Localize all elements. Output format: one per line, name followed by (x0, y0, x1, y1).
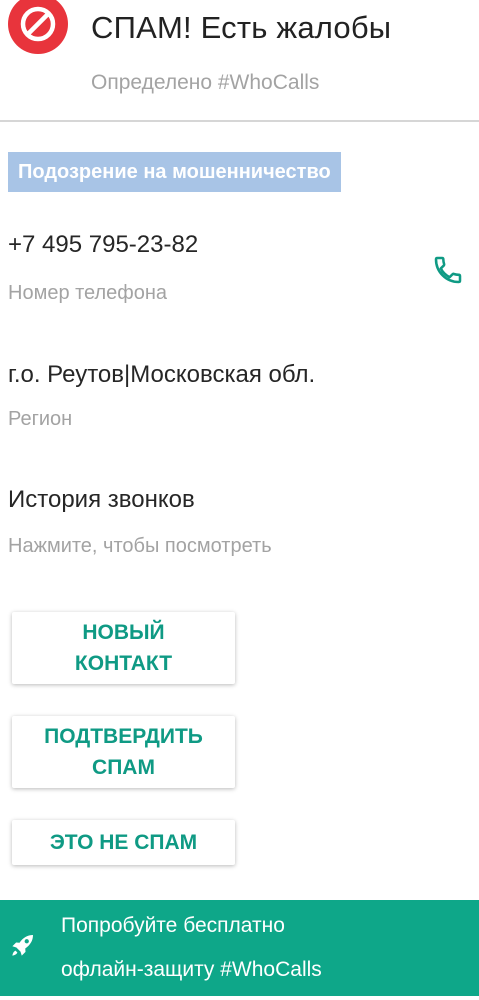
promo-line-1: Попробуйте бесплатно (61, 914, 285, 937)
call-history-title[interactable]: История звонков (8, 486, 195, 514)
phone-number: +7 495 795-23-82 (8, 231, 199, 258)
new-contact-button[interactable]: НОВЫЙ КОНТАКТ (12, 612, 235, 684)
rocket-icon (12, 935, 33, 956)
promo-line-2: офлайн-защиту #WhoCalls (61, 958, 322, 981)
new-contact-label-2: КОНТАКТ (74, 652, 173, 675)
page-title: СПАМ! Есть жалобы (91, 10, 392, 45)
phone-number-label: Номер телефона (8, 282, 168, 304)
not-spam-label: ЭТО НЕ СПАМ (49, 831, 198, 854)
confirm-spam-label-1: ПОДТВЕРДИТЬ (44, 725, 203, 748)
no-entry-icon (8, 0, 68, 54)
phone-icon[interactable] (432, 254, 464, 286)
caller-info-screen: СПАМ! Есть жалобы Определено #WhoCalls П… (0, 0, 479, 1000)
detected-by-label: Определено #WhoCalls (91, 71, 320, 94)
call-history-hint[interactable]: Нажмите, чтобы посмотреть (8, 535, 272, 558)
new-contact-label-1: НОВЫЙ (82, 621, 165, 644)
confirm-spam-label-2: СПАМ (92, 756, 155, 779)
caller-header: СПАМ! Есть жалобы Определено #WhoCalls (0, 0, 479, 122)
fraud-suspicion-badge: Подозрение на мошенничество (8, 152, 341, 192)
region-value: г.о. Реутов|Московская обл. (8, 361, 316, 388)
not-spam-button[interactable]: ЭТО НЕ СПАМ (12, 820, 235, 865)
confirm-spam-button[interactable]: ПОДТВЕРДИТЬ СПАМ (12, 716, 235, 788)
region-label: Регион (8, 408, 73, 430)
